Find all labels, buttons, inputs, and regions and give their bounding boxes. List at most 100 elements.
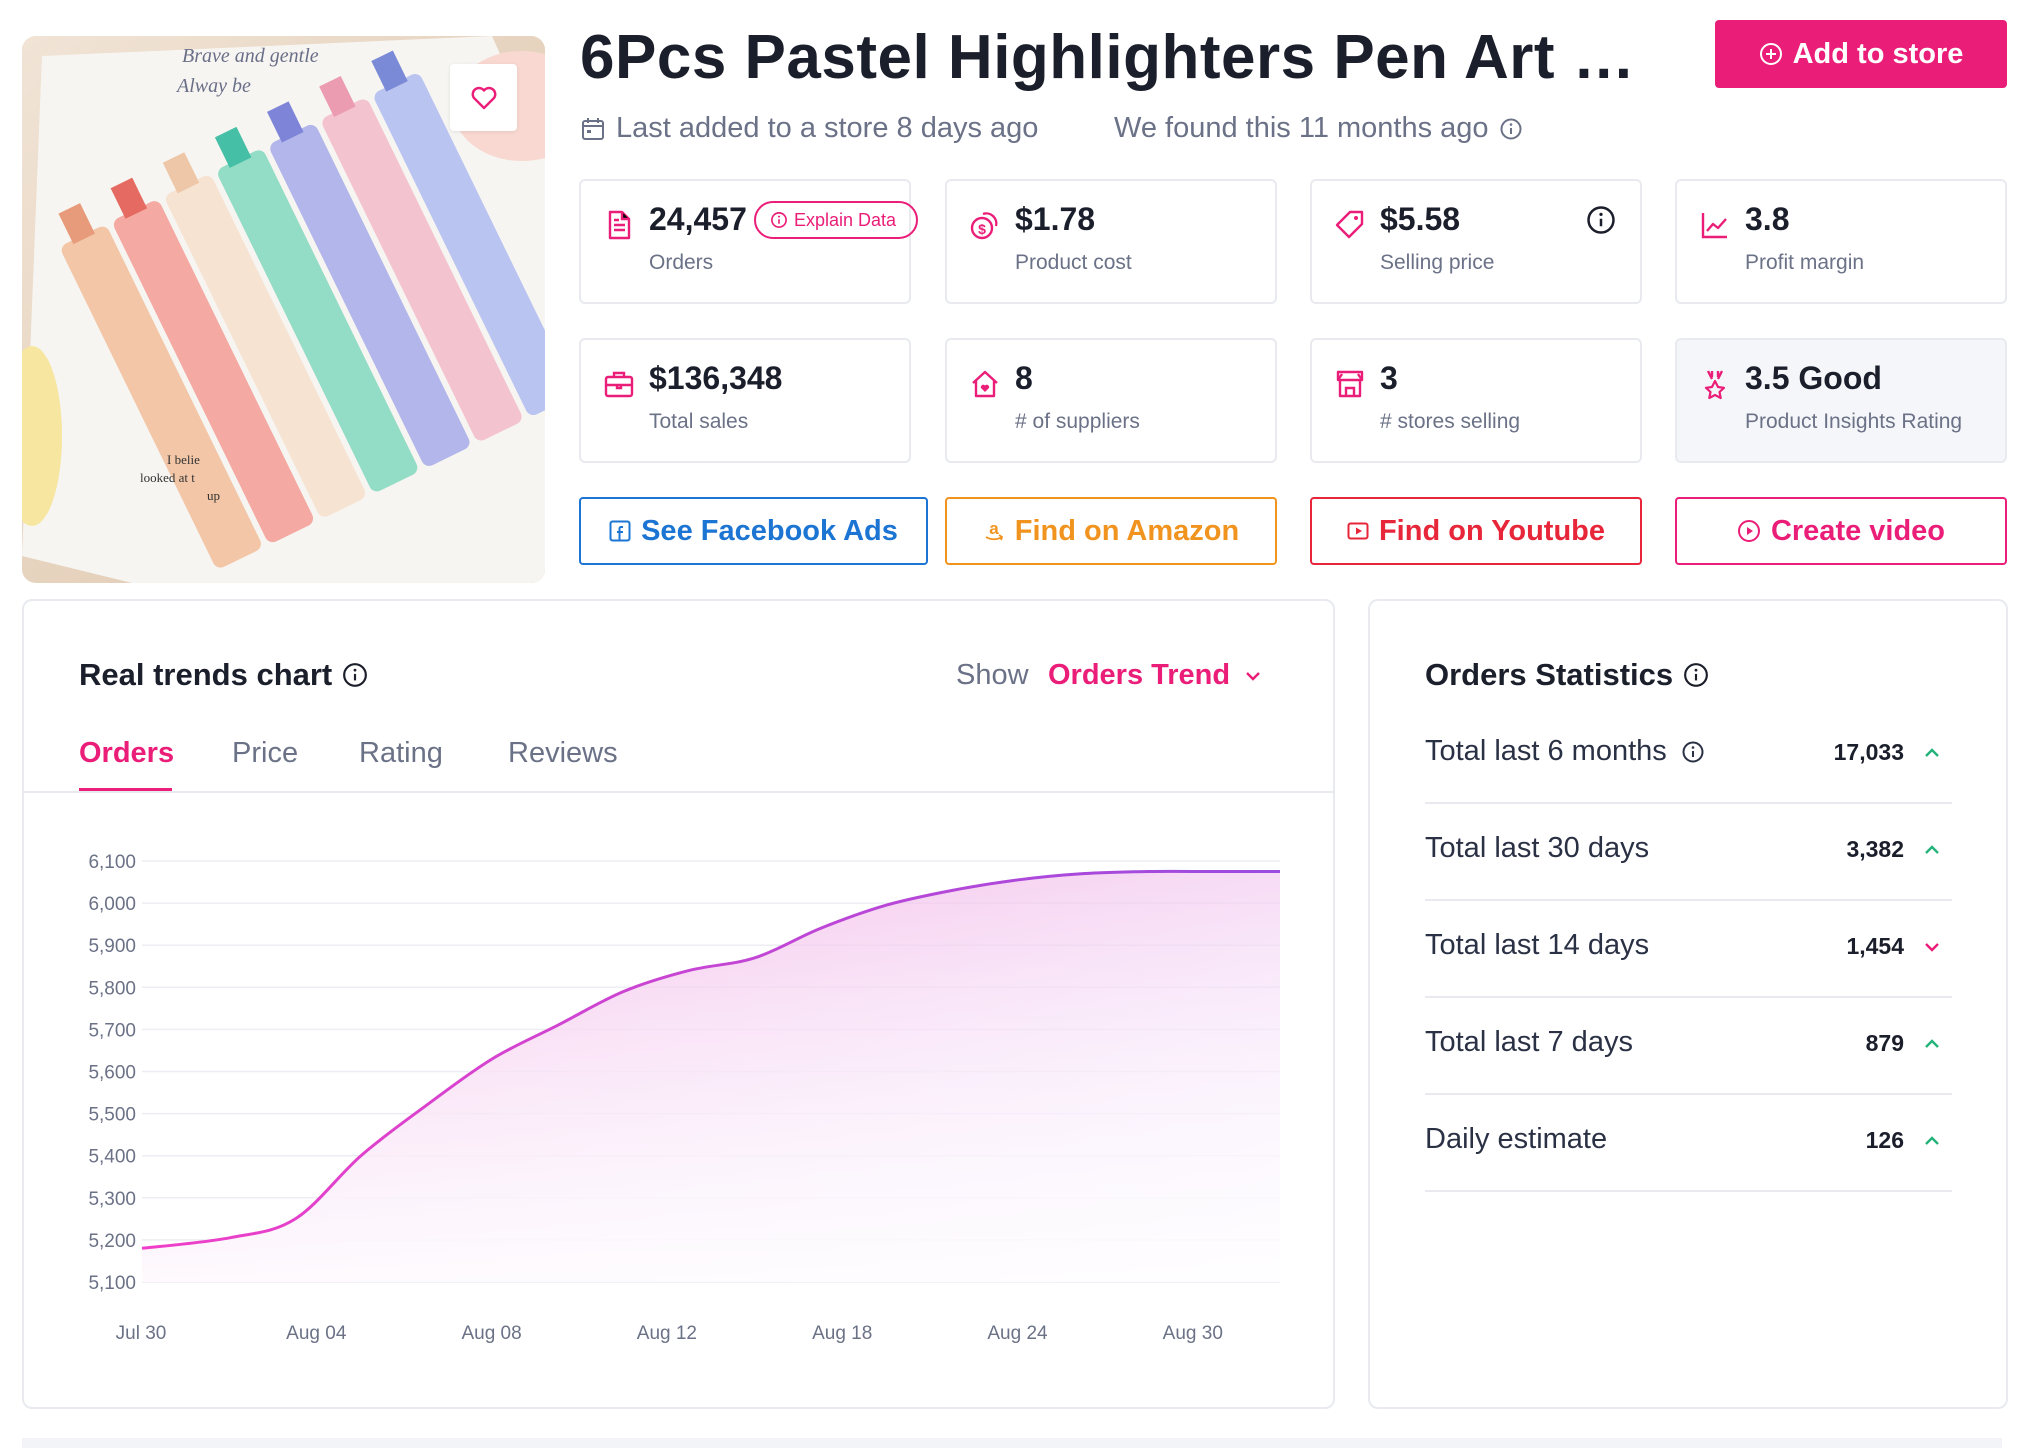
find-on-youtube-button[interactable]: Find on Youtube xyxy=(1310,497,1642,565)
stat-row-daily-estimate: Daily estimate 126 xyxy=(1425,1095,1952,1192)
orders-statistics-title-text: Orders Statistics xyxy=(1425,657,1674,692)
y-tick-label: 5,900 xyxy=(88,936,136,957)
explain-data-label: Explain Data xyxy=(794,209,897,230)
tab-orders[interactable]: Orders xyxy=(79,737,174,770)
profit-margin-value: 3.8 xyxy=(1745,201,1790,237)
product-image: Brave and gentle Alway be I belie looked… xyxy=(22,36,545,583)
facebook-icon xyxy=(609,520,631,542)
y-tick-label: 5,500 xyxy=(88,1105,136,1126)
chart-line-icon xyxy=(1701,213,1727,239)
chevron-up-icon xyxy=(1925,845,1939,854)
orders-value: 24,457 xyxy=(649,201,747,237)
stat-value: 1,454 xyxy=(1846,933,1904,959)
document-icon xyxy=(608,210,631,240)
tag-icon xyxy=(1335,210,1364,239)
see-facebook-ads-button[interactable]: See Facebook Ads xyxy=(579,497,928,565)
info-icon[interactable] xyxy=(1681,740,1705,764)
y-tick-label: 5,200 xyxy=(88,1231,136,1252)
tab-price[interactable]: Price xyxy=(232,737,298,770)
y-tick-label: 5,300 xyxy=(88,1189,136,1210)
orders-trend-chart: 6,100 6,000 5,900 5,800 5,700 5,600 5,500 5,400… xyxy=(88,852,1280,1344)
note-text-2: Alway be xyxy=(175,75,251,97)
chevron-up-icon xyxy=(1925,748,1939,757)
last-added-meta: Last added to a store 8 days ago xyxy=(580,112,1038,145)
info-icon[interactable] xyxy=(1586,205,1616,235)
x-tick-label: Aug 08 xyxy=(461,1323,521,1344)
x-tick-label: Aug 30 xyxy=(1163,1323,1223,1344)
found-meta: We found this 11 months ago xyxy=(1114,112,1523,145)
note-text-4: looked at t xyxy=(140,470,195,485)
next-section-edge xyxy=(22,1438,2002,1448)
chevron-up-icon xyxy=(1925,1136,1939,1145)
play-circle-icon xyxy=(1737,520,1760,542)
stat-row-7-days: Total last 7 days 879 xyxy=(1425,998,1952,1095)
product-cost-card: $ $1.78 Product cost xyxy=(945,179,1277,304)
briefcase-icon xyxy=(604,371,634,398)
orders-card: 24,457 Explain Data Orders xyxy=(579,179,919,304)
stat-row-6-months: Total last 6 months 17,033 xyxy=(1425,707,1952,804)
rating-value: 3.5 Good xyxy=(1745,360,1882,396)
x-tick-label: Jul 30 xyxy=(116,1323,167,1344)
profit-margin-card: 3.8 Profit margin xyxy=(1675,179,2007,304)
rating-label: Product Insights Rating xyxy=(1745,410,1963,433)
stat-label: Total last 30 days xyxy=(1425,832,1650,864)
svg-text:$: $ xyxy=(978,221,986,237)
found-text: We found this 11 months ago xyxy=(1114,112,1489,144)
amazon-label: Find on Amazon xyxy=(1014,514,1240,547)
info-icon[interactable] xyxy=(342,662,368,688)
total-sales-label: Total sales xyxy=(649,410,749,433)
explain-data-badge[interactable]: Explain Data xyxy=(754,201,919,239)
info-icon xyxy=(771,212,787,228)
tab-reviews[interactable]: Reviews xyxy=(508,737,618,770)
find-on-amazon-button[interactable]: a Find on Amazon xyxy=(945,497,1277,565)
create-video-button[interactable]: Create video xyxy=(1675,497,2007,565)
profit-margin-label: Profit margin xyxy=(1745,251,1865,274)
selling-price-value: $5.58 xyxy=(1380,201,1461,237)
orders-statistics-panel: Orders Statistics Total last 6 months 17… xyxy=(1368,599,2008,1409)
info-icon[interactable] xyxy=(1499,117,1523,141)
stat-value: 879 xyxy=(1865,1030,1904,1056)
trends-title: Real trends chart xyxy=(79,657,368,693)
show-label: Show xyxy=(956,659,1029,691)
stores-selling-value: 3 xyxy=(1380,360,1398,396)
active-tab-underline xyxy=(79,788,172,791)
chevron-up-icon xyxy=(1925,1039,1939,1048)
x-tick-label: Aug 24 xyxy=(987,1323,1048,1344)
note-text-1: Brave and gentle xyxy=(182,45,319,67)
selling-price-card: $5.58 Selling price xyxy=(1310,179,1642,304)
info-icon[interactable] xyxy=(1683,662,1709,688)
trends-panel: Real trends chart Show Orders Trend Orde… xyxy=(22,599,1335,1409)
y-tick-label: 5,600 xyxy=(88,1063,136,1084)
create-video-label: Create video xyxy=(1770,514,1946,547)
youtube-icon xyxy=(1347,522,1369,540)
facebook-label: See Facebook Ads xyxy=(641,514,898,547)
last-added-text: Last added to a store 8 days ago xyxy=(616,112,1039,144)
coins-icon: $ xyxy=(970,212,998,240)
y-tick-label: 5,700 xyxy=(88,1020,136,1041)
stat-value: 3,382 xyxy=(1846,836,1904,862)
add-to-store-label: Add to store xyxy=(1792,37,1964,70)
y-tick-label: 6,100 xyxy=(88,852,136,873)
stat-label: Total last 6 months xyxy=(1425,735,1705,768)
orders-label: Orders xyxy=(649,251,714,274)
house-heart-icon xyxy=(972,370,998,398)
x-tick-label: Aug 12 xyxy=(637,1323,697,1344)
product-title: 6Pcs Pastel Highlighters Pen Art D... xyxy=(580,23,1660,92)
add-to-store-button[interactable]: Add to store xyxy=(1715,20,2007,88)
calendar-icon xyxy=(582,117,604,140)
chevron-down-icon xyxy=(1925,943,1939,952)
x-tick-label: Aug 04 xyxy=(286,1323,347,1344)
stores-selling-card: 3 # stores selling xyxy=(1310,338,1642,463)
x-tick-label: Aug 18 xyxy=(812,1323,872,1344)
svg-text:a: a xyxy=(989,519,999,538)
note-text-5: up xyxy=(207,488,220,503)
stat-row-30-days: Total last 30 days 3,382 xyxy=(1425,804,1952,901)
favorite-button[interactable] xyxy=(450,64,517,131)
show-dropdown[interactable]: Orders Trend xyxy=(1048,659,1262,692)
tab-rating[interactable]: Rating xyxy=(359,737,443,770)
total-sales-value: $136,348 xyxy=(649,360,783,396)
total-sales-card: $136,348 Total sales xyxy=(579,338,911,463)
plus-circle-icon xyxy=(1759,43,1782,65)
suppliers-value: 8 xyxy=(1015,360,1033,396)
orders-statistics-title: Orders Statistics xyxy=(1425,657,1709,693)
